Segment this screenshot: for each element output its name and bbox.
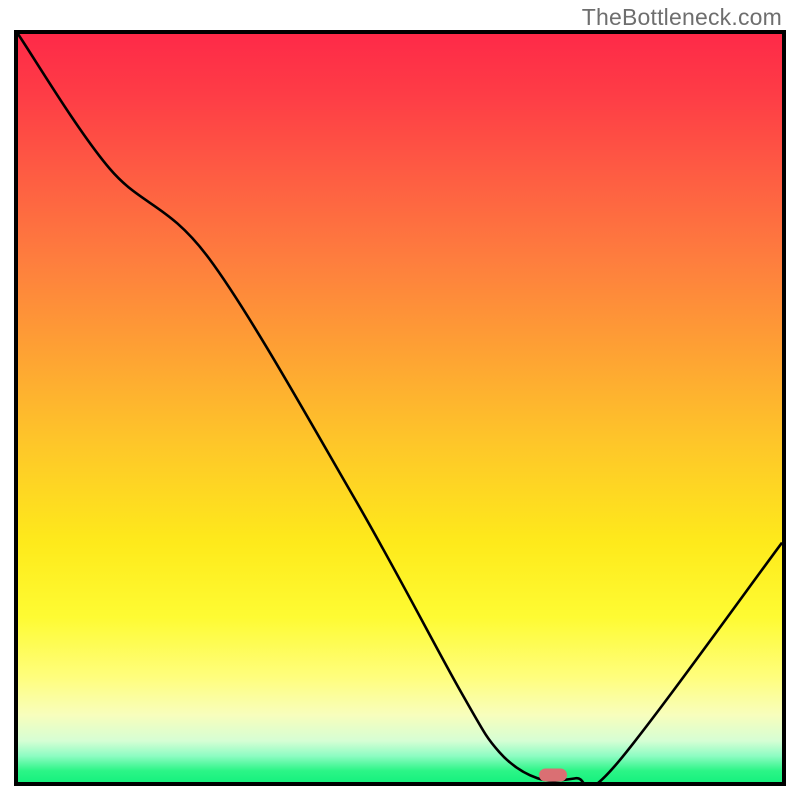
bottleneck-curve bbox=[18, 34, 782, 782]
chart-plot-area bbox=[14, 30, 786, 786]
watermark-text: TheBottleneck.com bbox=[582, 4, 782, 31]
optimal-point-marker bbox=[539, 768, 567, 781]
